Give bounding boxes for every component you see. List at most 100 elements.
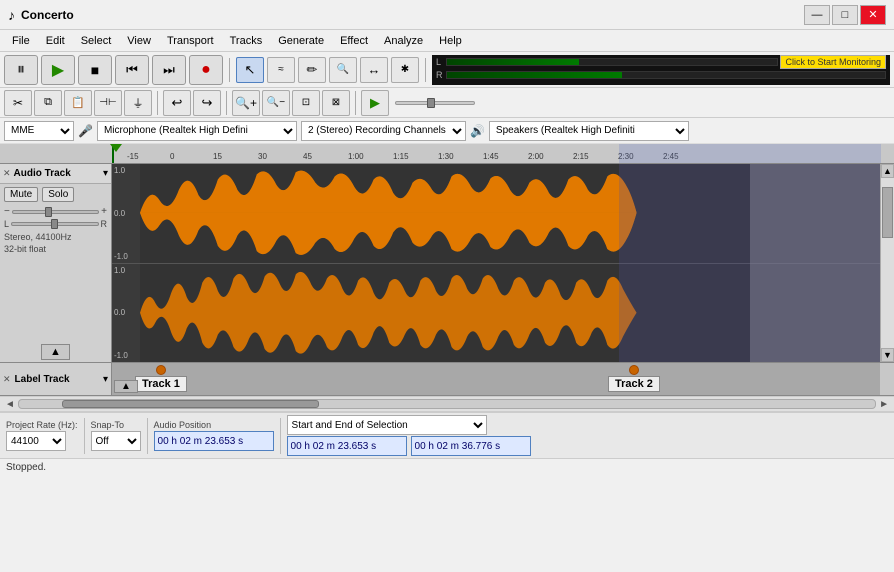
horizontal-scrollbar[interactable]: ◄ ► (0, 396, 894, 412)
label-track-close[interactable]: ✕ (3, 374, 11, 385)
device-row: MME 🎤 Microphone (Realtek High Defini 2 … (0, 118, 894, 144)
hscroll-thumb[interactable] (62, 400, 319, 408)
skip-end-button[interactable]: ⏭ (152, 55, 186, 85)
maximize-button[interactable]: □ (832, 5, 858, 25)
project-rate-section: Project Rate (Hz): 44100 (6, 420, 78, 451)
snap-to-label: Snap-To (91, 420, 141, 430)
multi-tool[interactable]: ✱ (391, 57, 419, 83)
menu-select[interactable]: Select (73, 33, 120, 49)
label-expand-area: ▲ (114, 380, 138, 393)
pan-slider[interactable] (11, 222, 98, 226)
project-rate-label: Project Rate (Hz): (6, 420, 78, 430)
zoom-out-button[interactable]: 🔍− (262, 90, 290, 116)
selection-end-input[interactable] (411, 436, 531, 456)
zoom-tool[interactable]: 🔍 (329, 57, 357, 83)
track-expand-button[interactable]: ▲ (41, 344, 70, 360)
label-track2[interactable]: Track 2 (608, 365, 660, 392)
selection-end-box (750, 164, 880, 362)
audio-track-panel: ✕ Audio Track ▾ Mute Solo − + L R Stereo (0, 164, 112, 362)
label-scrollbar-spacer (880, 363, 894, 395)
monitor-button[interactable]: Click to Start Monitoring (780, 55, 886, 69)
menu-generate[interactable]: Generate (270, 33, 332, 49)
scroll-up-arrow[interactable]: ▲ (881, 164, 894, 178)
zoom-fit-button[interactable]: ⊠ (322, 90, 350, 116)
zoom-sel-button[interactable]: ⊡ (292, 90, 320, 116)
envelope-tool[interactable]: ≈ (267, 57, 295, 83)
hscroll-track[interactable] (18, 399, 876, 409)
audio-track-close[interactable]: ✕ (3, 168, 11, 179)
scroll-v-track[interactable] (881, 178, 894, 348)
stop-button[interactable]: ■ (78, 55, 112, 85)
time-shift-tool[interactable]: ↔ (360, 57, 388, 83)
vu-r-label: R (436, 70, 444, 80)
channels-select[interactable]: 2 (Stereo) Recording Channels (301, 121, 466, 141)
ruler-mark: -15 (127, 152, 139, 161)
minimize-button[interactable]: — (804, 5, 830, 25)
selection-start-input[interactable] (287, 436, 407, 456)
menu-tracks[interactable]: Tracks (222, 33, 271, 49)
mic-icon: 🎤 (78, 124, 93, 138)
titlebar: ♪ Concerto — □ ✕ (0, 0, 894, 30)
menu-help[interactable]: Help (431, 33, 470, 49)
window-controls: — □ ✕ (804, 5, 886, 25)
label-waveform-area: Track 1 Track 2 ▲ (112, 363, 880, 395)
y-scale-minus1.0-bot: -1.0 (114, 351, 138, 360)
record-button[interactable]: ● (189, 55, 223, 85)
paste-button[interactable]: 📋 (64, 90, 92, 116)
sep5 (355, 91, 356, 115)
undo-button[interactable]: ↩ (163, 90, 191, 116)
selection-type-select[interactable]: Start and End of Selection (287, 415, 487, 435)
audio-position-input[interactable] (154, 431, 274, 451)
label-text-1[interactable]: Track 1 (135, 376, 187, 392)
mute-button[interactable]: Mute (4, 187, 38, 202)
host-select[interactable]: MME (4, 121, 74, 141)
pause-button[interactable]: ⏸ (4, 55, 38, 85)
copy-button[interactable]: ⧉ (34, 90, 62, 116)
label-track1[interactable]: Track 1 (135, 365, 187, 392)
label-pin-1[interactable] (156, 365, 166, 375)
microphone-select[interactable]: Microphone (Realtek High Defini (97, 121, 297, 141)
menu-file[interactable]: File (4, 33, 38, 49)
pencil-tool[interactable]: ✏ (298, 57, 326, 83)
cut-button[interactable]: ✂ (4, 90, 32, 116)
y-scale-1.0-bot: 1.0 (114, 266, 138, 275)
trim-button[interactable]: ⊣⊢ (94, 90, 122, 116)
menu-transport[interactable]: Transport (159, 33, 222, 49)
status-bar: Stopped. (0, 458, 894, 476)
menu-edit[interactable]: Edit (38, 33, 73, 49)
snap-to-select[interactable]: Off (91, 431, 141, 451)
vertical-scrollbar[interactable]: ▲ ▼ (880, 164, 894, 362)
speaker-select[interactable]: Speakers (Realtek High Definiti (489, 121, 689, 141)
label-track-collapse[interactable]: ▾ (103, 374, 108, 385)
solo-button[interactable]: Solo (42, 187, 74, 202)
close-button[interactable]: ✕ (860, 5, 886, 25)
ruler-mark: 30 (258, 152, 267, 161)
menu-effect[interactable]: Effect (332, 33, 376, 49)
scroll-v-thumb[interactable] (882, 187, 893, 238)
app-icon: ♪ (8, 7, 15, 23)
label-expand-button[interactable]: ▲ (114, 380, 138, 393)
label-pin-2[interactable] (629, 365, 639, 375)
label-text-2[interactable]: Track 2 (608, 376, 660, 392)
select-tool[interactable]: ↖ (236, 57, 264, 83)
ruler-mark: 2:00 (528, 152, 544, 161)
silence-button[interactable]: ⏚ (124, 90, 152, 116)
speed-slider[interactable] (395, 101, 475, 105)
main-content: ✕ Audio Track ▾ Mute Solo − + L R Stereo (0, 164, 894, 362)
scroll-left-arrow[interactable]: ◄ (2, 399, 18, 410)
menu-analyze[interactable]: Analyze (376, 33, 431, 49)
redo-button[interactable]: ↪ (193, 90, 221, 116)
playback-speed-play[interactable]: ▶ (361, 90, 389, 116)
menu-view[interactable]: View (119, 33, 159, 49)
gain-slider[interactable] (12, 210, 99, 214)
y-scale-bottom: 1.0 0.0 -1.0 (112, 264, 140, 363)
skip-start-button[interactable]: ⏮ (115, 55, 149, 85)
scroll-right-arrow[interactable]: ► (876, 399, 892, 410)
y-scale-0.0-top: 0.0 (114, 209, 138, 218)
play-button[interactable]: ▶ (41, 55, 75, 85)
scroll-down-arrow[interactable]: ▼ (881, 348, 894, 362)
audio-track-collapse[interactable]: ▾ (103, 168, 108, 179)
mute-solo-row: Mute Solo (0, 184, 111, 205)
zoom-in-button[interactable]: 🔍+ (232, 90, 260, 116)
project-rate-select[interactable]: 44100 (6, 431, 66, 451)
